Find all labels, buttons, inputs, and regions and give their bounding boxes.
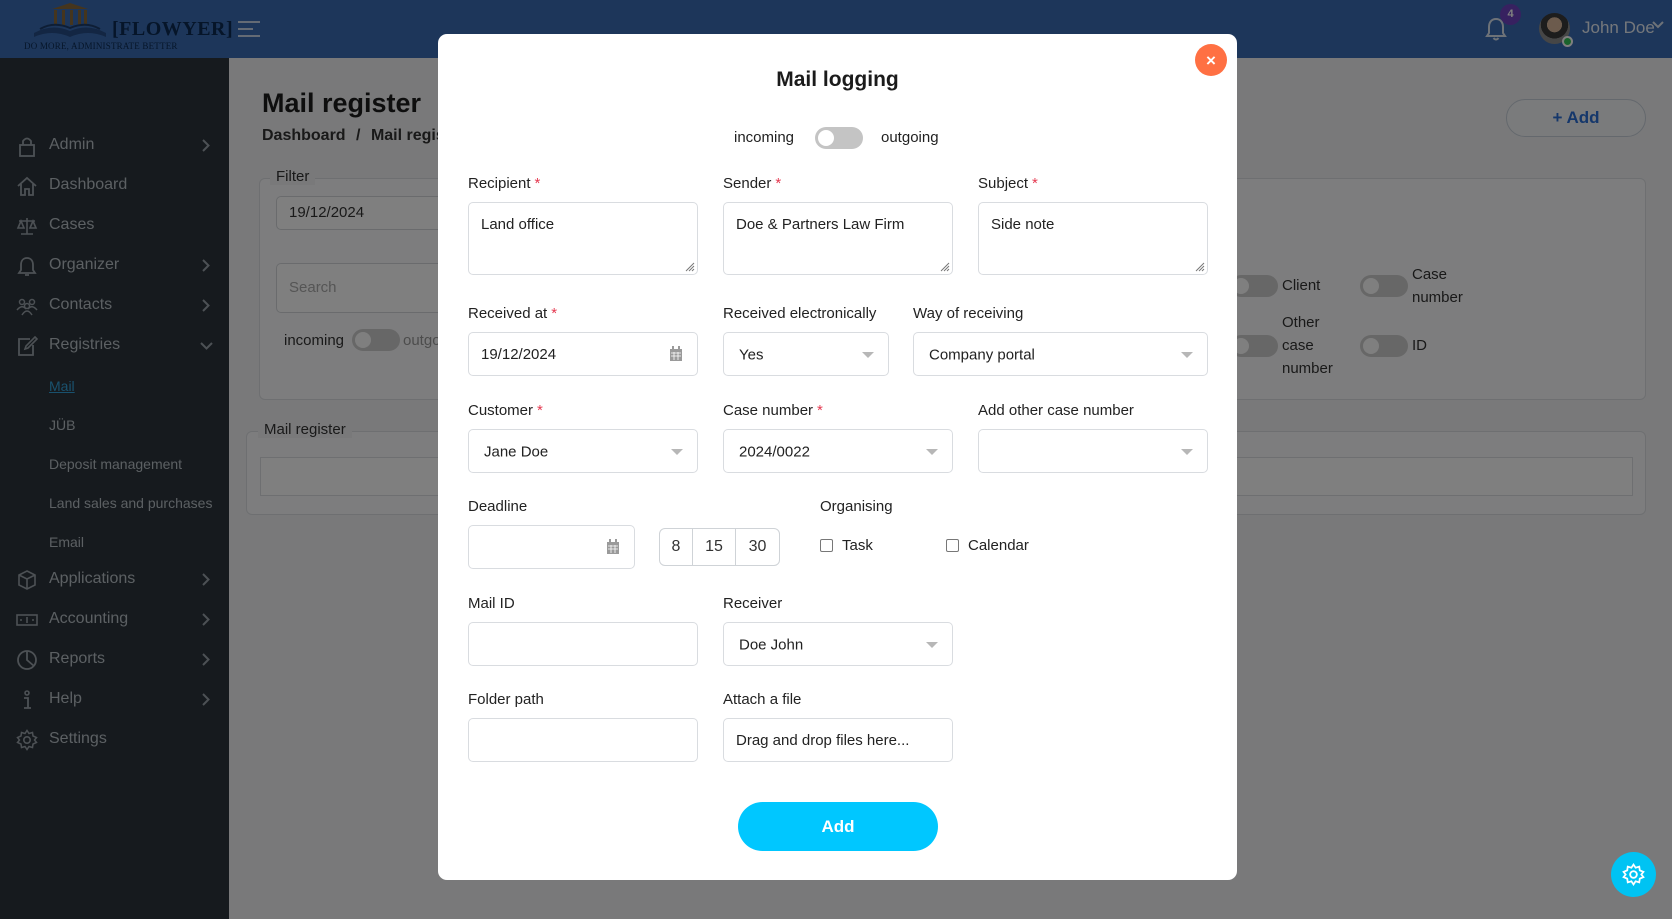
sender-textarea[interactable]: Doe & Partners Law Firm	[723, 202, 953, 275]
task-checkbox-label: Task	[842, 537, 873, 554]
submit-add-button[interactable]: Add	[738, 802, 938, 851]
deadline-8-days-button[interactable]: 8	[660, 529, 693, 565]
subject-value: Side note	[991, 216, 1055, 233]
received-electronically-select[interactable]: Yes	[723, 332, 889, 376]
customer-select[interactable]: Jane Doe	[468, 429, 698, 473]
receiver-select[interactable]: Doe John	[723, 622, 953, 666]
case-number-select[interactable]: 2024/0022	[723, 429, 953, 473]
task-checkbox[interactable]: Task	[820, 537, 873, 554]
outgoing-label: outgoing	[881, 129, 939, 146]
folder-path-label: Folder path	[468, 691, 544, 708]
dropdown-caret-icon	[862, 352, 874, 358]
deadline-label: Deadline	[468, 498, 528, 515]
way-of-receiving-select[interactable]: Company portal	[913, 332, 1208, 376]
case-number-value: 2024/0022	[739, 443, 810, 461]
received-at-date-input[interactable]: 19/12/2024	[468, 332, 698, 376]
direction-toggle[interactable]	[815, 127, 863, 149]
subject-textarea[interactable]: Side note	[978, 202, 1208, 275]
settings-fab-button[interactable]	[1611, 852, 1656, 897]
calendar-checkbox-label: Calendar	[968, 537, 1029, 554]
recipient-value: Land office	[481, 216, 555, 233]
dropdown-caret-icon	[926, 642, 938, 648]
file-drop-placeholder: Drag and drop files here...	[736, 732, 910, 749]
incoming-label: incoming	[734, 129, 795, 146]
resize-grip-icon[interactable]	[1193, 260, 1205, 272]
file-drop-zone[interactable]: Drag and drop files here...	[723, 718, 953, 762]
dropdown-caret-icon	[1181, 352, 1193, 358]
organising-label: Organising	[820, 498, 893, 515]
sender-value: Doe & Partners Law Firm	[736, 216, 905, 233]
receiver-label: Receiver	[723, 595, 783, 612]
way-of-receiving-label: Way of receiving	[913, 305, 1024, 322]
dropdown-caret-icon	[926, 449, 938, 455]
received-at-label: Received at *	[468, 305, 558, 322]
deadline-date-input[interactable]	[468, 525, 635, 569]
recipient-label: Recipient *	[468, 175, 541, 192]
gear-icon	[1622, 863, 1645, 886]
checkbox-box[interactable]	[946, 539, 959, 552]
resize-grip-icon[interactable]	[683, 260, 695, 272]
case-number-label: Case number *	[723, 402, 823, 419]
received-at-value: 19/12/2024	[481, 346, 557, 363]
way-of-receiving-value: Company portal	[929, 346, 1035, 364]
deadline-15-days-button[interactable]: 15	[693, 529, 736, 565]
subject-label: Subject *	[978, 175, 1038, 192]
folder-path-input[interactable]	[468, 718, 698, 762]
other-case-number-label: Add other case number	[978, 402, 1134, 419]
received-electronically-label: Received electronically	[723, 305, 877, 322]
mail-id-label: Mail ID	[468, 595, 515, 612]
calendar-icon[interactable]	[669, 346, 683, 362]
sender-label: Sender *	[723, 175, 782, 192]
mail-logging-modal: × Mail logging incoming outgoing Recipie…	[438, 34, 1237, 880]
deadline-quick-days: 8 15 30	[659, 528, 780, 566]
customer-value: Jane Doe	[484, 443, 549, 461]
attach-file-label: Attach a file	[723, 691, 802, 708]
calendar-checkbox[interactable]: Calendar	[946, 537, 1029, 554]
receiver-value: Doe John	[739, 636, 804, 654]
checkbox-box[interactable]	[820, 539, 833, 552]
received-electronically-value: Yes	[739, 346, 764, 364]
recipient-textarea[interactable]: Land office	[468, 202, 698, 275]
customer-label: Customer *	[468, 402, 543, 419]
resize-grip-icon[interactable]	[938, 260, 950, 272]
deadline-30-days-button[interactable]: 30	[736, 529, 779, 565]
calendar-icon[interactable]	[606, 539, 620, 555]
dropdown-caret-icon	[671, 449, 683, 455]
mail-id-input[interactable]	[468, 622, 698, 666]
other-case-number-select[interactable]	[978, 429, 1208, 473]
dropdown-caret-icon	[1181, 449, 1193, 455]
modal-title: Mail logging	[776, 68, 899, 91]
